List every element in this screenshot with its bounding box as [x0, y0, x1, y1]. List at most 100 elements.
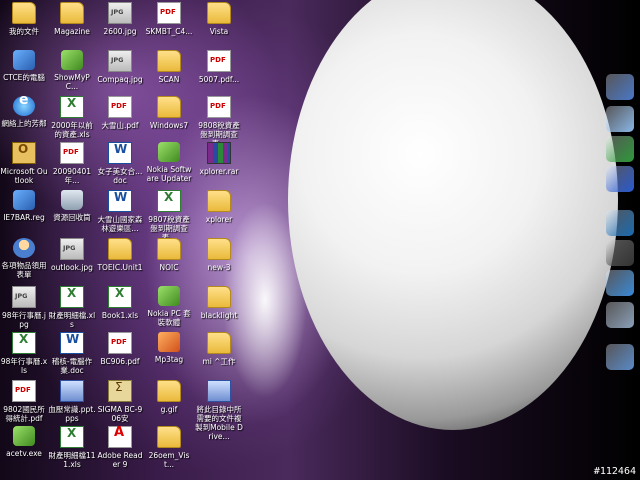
desktop-icon[interactable]: g.gif [145, 380, 193, 414]
excel-app-icon[interactable] [606, 136, 634, 162]
desktop-icon[interactable]: SCAN [145, 50, 193, 84]
desktop-icon-label: Mp3tag [154, 355, 184, 364]
desktop-icon-label: 我的文件 [9, 27, 39, 36]
word-file-icon [108, 142, 132, 164]
desktop-icon-label: CTCE的電腦 [3, 73, 45, 82]
pdf-file-icon [60, 142, 84, 164]
desktop-icon-label: 98年行事曆.xls [0, 357, 48, 375]
word-file-icon [60, 332, 84, 354]
desktop-icon-label: 資源回收筒 [53, 213, 91, 222]
desktop-icon[interactable]: 2000年以前的資產.xls [48, 96, 96, 139]
desktop-icon[interactable]: Magazine [48, 2, 96, 36]
desktop-icon[interactable]: 2600.jpg [96, 2, 144, 36]
desktop-icon[interactable]: xplorer.rar [195, 142, 243, 176]
desktop-icon[interactable]: 9807稅資產盤到期調查表... [145, 190, 193, 242]
desktop-icon-label: Compaq.jpg [97, 75, 143, 84]
desktop-icon[interactable]: outlook.jpg [48, 238, 96, 272]
desktop-icon[interactable]: IE7BAR.reg [0, 190, 48, 222]
desktop-icon[interactable]: Adobe Reader 9 [96, 426, 144, 469]
desktop-icon[interactable]: 財產明細檔.xls [48, 286, 96, 329]
desktop-icon[interactable]: 5007.pdf... [195, 50, 243, 84]
desktop-icon[interactable]: Microsoft Outlook [0, 142, 48, 185]
my-documents-icon [12, 2, 36, 24]
desktop-icon[interactable]: TOEIC.Unit1 [96, 238, 144, 272]
desktop-icon[interactable]: 我的文件 [0, 2, 48, 36]
my-computer-icon [13, 50, 35, 70]
desktop-icon[interactable]: Nokia Software Updater [145, 142, 193, 183]
settings-icon[interactable] [606, 344, 634, 370]
desktop-icon[interactable]: new-3 [195, 238, 243, 272]
desktop-icon[interactable]: CTCE的電腦 [0, 50, 48, 82]
desktop-icon-label: 血壓常識.ppt.pps [48, 405, 96, 423]
folder-icon [60, 2, 84, 24]
registry-icon [13, 190, 35, 210]
monitor-icon[interactable] [606, 74, 634, 100]
desktop-icon[interactable]: NOIC [145, 238, 193, 272]
desktop-icon[interactable]: BC906.pdf [96, 332, 144, 366]
desktop-icon[interactable]: Nokia PC 套裝軟體 [145, 286, 193, 327]
desktop-icon[interactable]: 女子美女合...doc [96, 142, 144, 185]
outlook-icon [12, 142, 36, 164]
tools-icon[interactable] [606, 302, 634, 328]
desktop-icon-label: SKMBT_C4... [145, 27, 193, 36]
desktop-icon[interactable]: Compaq.jpg [96, 50, 144, 84]
desktop-icon[interactable]: 大雪山國家森林遊樂區... [96, 190, 144, 233]
desktop-icon[interactable]: 9802國民所得統計.pdf [0, 380, 48, 423]
desktop-icon[interactable]: 血壓常識.ppt.pps [48, 380, 96, 423]
desktop-icon[interactable]: ShowMyPC... [48, 50, 96, 91]
excel-file-icon [60, 426, 84, 448]
folder-icon [207, 190, 231, 212]
network-icon [13, 96, 35, 116]
pdf-file-icon [207, 50, 231, 72]
desktop-icon-label: xplorer [205, 215, 233, 224]
desktop-icon-label: BC906.pdf [100, 357, 140, 366]
desktop-icon[interactable]: mi ^工作 [195, 332, 243, 366]
desktop-icon[interactable]: 網絡上的芳鄰 [0, 96, 48, 128]
desktop-icon[interactable]: blacklight [195, 286, 243, 320]
folder-icon [108, 238, 132, 260]
folder-icon [157, 426, 181, 448]
word-app-icon[interactable] [606, 166, 634, 192]
recycle-bin-icon [61, 190, 83, 210]
desktop-icon[interactable]: 98年行事曆.jpg [0, 286, 48, 329]
desktop-icon[interactable]: Book1.xls [96, 286, 144, 320]
jpg-file-icon [12, 286, 36, 308]
desktop-icon[interactable]: 資源回收筒 [48, 190, 96, 222]
desktop-icon[interactable]: 各項物品領用表單 [0, 238, 48, 279]
desktop-icon-label: 9802國民所得統計.pdf [3, 405, 45, 423]
desktop-icon[interactable]: 9808稅資產盤到期調查表... [195, 96, 243, 148]
rar-file-icon [207, 142, 231, 164]
desktop-icon[interactable]: 98年行事曆.xls [0, 332, 48, 375]
desktop-icon[interactable]: xplorer [195, 190, 243, 224]
desktop-icon[interactable]: Mp3tag [145, 332, 193, 364]
desktop-icon[interactable]: 26oem_Vist... [145, 426, 193, 469]
desktop-icon-label: 各項物品領用表單 [1, 261, 47, 279]
folder-icon [157, 96, 181, 118]
desktop-icon-label: Magazine [54, 27, 90, 36]
window-icon[interactable] [606, 106, 634, 132]
desktop-icon[interactable]: Windows7 [145, 96, 193, 130]
document-icon [60, 380, 84, 402]
desktop-icon[interactable]: 稽核-電腦作業.doc [48, 332, 96, 375]
desktop-icon[interactable]: acetv.exe [0, 426, 48, 458]
desktop-icon-label: NOIC [159, 263, 179, 272]
desktop-icon-label: Adobe Reader 9 [97, 451, 143, 469]
desktop-icon-label: Vista [209, 27, 229, 36]
desktop-icon[interactable]: 將此目錄中所需要的文件複製到Mobile Drive... [195, 380, 243, 441]
desktop-icon[interactable]: SIGMA BC-906安 [96, 380, 144, 423]
desktop-icon[interactable]: Vista [195, 2, 243, 36]
desktop-icon[interactable]: SKMBT_C4... [145, 2, 193, 36]
desktop-icon-label: ShowMyPC... [54, 73, 90, 91]
desktop-icon-label: xplorer.rar [199, 167, 239, 176]
watermark: #112464 [593, 466, 636, 477]
outlook-app-icon[interactable] [606, 270, 634, 296]
desktop-icon[interactable]: 20090401年... [48, 142, 96, 185]
desktop-icon[interactable]: 大雪山.pdf [96, 96, 144, 130]
desktop-icon[interactable]: 財產明細檔111.xls [48, 426, 96, 469]
film-icon[interactable] [606, 240, 634, 266]
sigma-icon [108, 380, 132, 402]
desktop-icon-label: blacklight [200, 311, 238, 320]
app-icon [158, 286, 180, 306]
excel-file-icon [60, 96, 84, 118]
media-player-icon[interactable] [606, 210, 634, 236]
